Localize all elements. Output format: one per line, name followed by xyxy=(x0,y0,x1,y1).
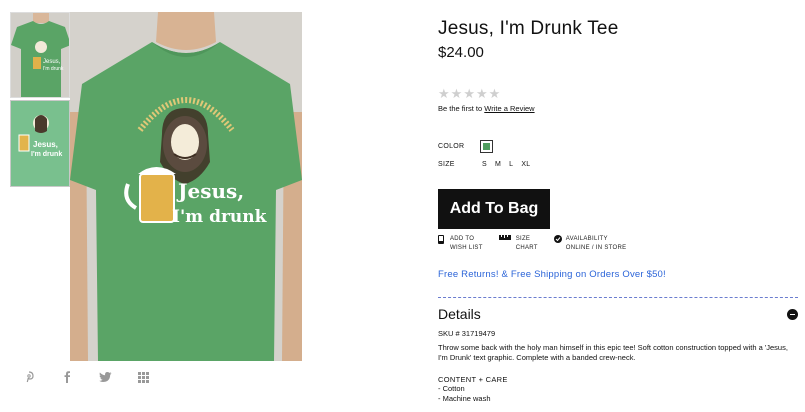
details-header[interactable]: Details xyxy=(438,306,798,322)
add-to-wishlist-button[interactable]: ADD TO WISH LIST xyxy=(438,235,483,253)
content-care-heading: CONTENT + CARE xyxy=(438,375,508,384)
review-prompt: Be the first to Write a Review xyxy=(438,104,798,113)
product-image[interactable]: Jesus, I'm drunk xyxy=(70,12,302,361)
svg-text:I'm drunk: I'm drunk xyxy=(31,151,62,158)
product-description: Throw some back with the holy man himsel… xyxy=(438,343,788,362)
product-price: $24.00 xyxy=(438,44,484,61)
product-actions: ADD TO WISH LIST SIZE CHART AVAILABILITY… xyxy=(438,235,798,253)
svg-text:Jesus,: Jesus, xyxy=(33,140,58,149)
star-icon: ★ xyxy=(475,86,488,101)
facebook-icon[interactable] xyxy=(60,370,74,384)
product-title: Jesus, I'm Drunk Tee xyxy=(438,18,619,39)
graphic-text-line1: Jesus, xyxy=(176,179,244,203)
size-label: SIZE xyxy=(438,161,455,168)
content-care-list: - Cotton - Machine wash xyxy=(438,384,798,403)
sku: SKU # 31719479 xyxy=(438,329,496,338)
add-to-bag-button[interactable]: Add To Bag xyxy=(438,189,550,229)
twitter-icon[interactable] xyxy=(98,370,112,384)
check-circle-icon xyxy=(553,235,562,243)
size-option-xl[interactable]: XL xyxy=(521,161,530,168)
divider xyxy=(438,297,798,298)
write-review-link[interactable]: Write a Review xyxy=(484,104,534,113)
thumbnail-list: Jesus, I'm drunk Jesus, I'm drunk xyxy=(10,12,70,187)
ruler-icon xyxy=(498,235,512,243)
availability-button[interactable]: AVAILABILITY ONLINE / IN STORE xyxy=(553,235,627,253)
product-info: Jesus, I'm Drunk Tee $24.00 ★ ★ ★ ★ ★ Be… xyxy=(438,18,798,403)
graphic-text-line2: I'm drunk xyxy=(172,207,268,227)
rating-stars[interactable]: ★ ★ ★ ★ ★ xyxy=(438,87,798,100)
phone-icon xyxy=(438,235,446,244)
thumbnail-front[interactable]: Jesus, I'm drunk xyxy=(10,12,70,98)
details-title: Details xyxy=(438,306,481,322)
star-icon: ★ xyxy=(450,86,463,101)
collapse-icon[interactable] xyxy=(787,308,798,320)
size-chart-button[interactable]: SIZE CHART xyxy=(498,235,538,253)
wishlist-line1: ADD TO xyxy=(450,236,475,242)
wishlist-line2: WISH LIST xyxy=(450,245,483,251)
color-swatch-green[interactable] xyxy=(480,140,493,153)
content-care-item: - Machine wash xyxy=(438,393,491,403)
color-selector: COLOR xyxy=(438,140,798,153)
star-icon: ★ xyxy=(438,86,450,101)
pinterest-icon[interactable] xyxy=(22,370,36,384)
review-prefix: Be the first to xyxy=(438,104,485,113)
size-chart-line1: SIZE xyxy=(515,236,531,242)
shipping-promo-link[interactable]: Free Returns! & Free Shipping on Orders … xyxy=(438,269,798,280)
size-option-m[interactable]: M xyxy=(495,161,501,168)
content-care-item: - Cotton xyxy=(438,384,465,393)
size-option-s[interactable]: S xyxy=(482,161,487,168)
thumbnail-graphic[interactable]: Jesus, I'm drunk xyxy=(10,100,70,187)
availability-line1: AVAILABILITY xyxy=(565,236,608,242)
size-selector: SIZE S M L XL xyxy=(438,161,798,168)
star-icon: ★ xyxy=(463,86,475,101)
svg-text:Jesus,: Jesus, xyxy=(43,59,61,65)
size-option-l[interactable]: L xyxy=(509,161,513,168)
svg-text:I'm drunk: I'm drunk xyxy=(43,66,64,72)
size-chart-line2: CHART xyxy=(515,245,538,251)
star-icon: ★ xyxy=(488,86,501,101)
share-bar xyxy=(22,370,150,384)
color-label: COLOR xyxy=(438,143,465,150)
availability-line2: ONLINE / IN STORE xyxy=(565,245,627,251)
grid-icon[interactable] xyxy=(136,370,150,384)
